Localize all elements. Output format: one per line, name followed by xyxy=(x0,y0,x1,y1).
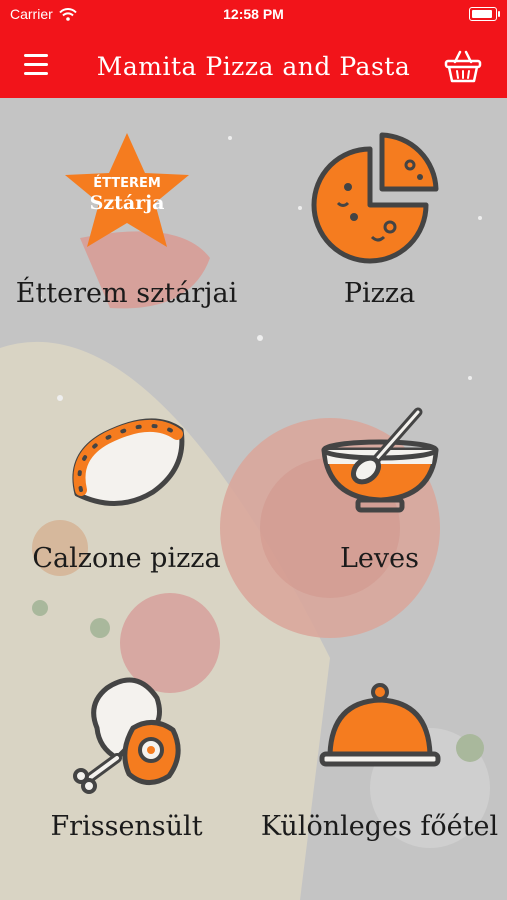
category-label: Pizza xyxy=(343,278,416,309)
status-time: 12:58 PM xyxy=(223,6,284,22)
header-bar: Carrier 12:58 PM Mamita Pizza and Pasta xyxy=(0,0,507,98)
category-grid: ÉTTEREM Sztárja Étterem sztárjai Pizza C… xyxy=(0,98,507,900)
category-tile-leves[interactable]: Leves xyxy=(253,363,506,623)
badge-line2: Sztárja xyxy=(89,192,164,214)
meat-egg-icon xyxy=(57,653,197,803)
star-badge-icon: ÉTTEREM Sztárja xyxy=(57,120,197,270)
pizza-icon xyxy=(310,120,450,270)
app-title: Mamita Pizza and Pasta xyxy=(96,52,411,81)
calzone-icon xyxy=(57,385,197,535)
nav-bar: Mamita Pizza and Pasta xyxy=(0,40,507,92)
category-label: Különleges főétel xyxy=(260,811,499,842)
category-tile-frissensult[interactable]: Frissensült xyxy=(0,631,253,891)
category-tile-kulonleges-foetel[interactable]: Különleges főétel xyxy=(253,631,506,891)
category-tile-calzone[interactable]: Calzone pizza xyxy=(0,363,253,623)
cloche-icon xyxy=(310,653,450,803)
category-label: Leves xyxy=(340,543,419,574)
category-tile-etterem-sztarjai[interactable]: ÉTTEREM Sztárja Étterem sztárjai xyxy=(0,98,253,358)
category-label: Frissensült xyxy=(50,811,203,842)
app-screen: Carrier 12:58 PM Mamita Pizza and Pasta xyxy=(0,0,507,900)
basket-icon[interactable] xyxy=(443,48,483,84)
battery-icon xyxy=(469,7,500,21)
badge-line1: ÉTTEREM xyxy=(93,175,161,191)
status-bar: Carrier 12:58 PM xyxy=(0,0,507,28)
soup-bowl-icon xyxy=(310,385,450,535)
category-label: Étterem sztárjai xyxy=(15,278,238,309)
category-label: Calzone pizza xyxy=(32,543,221,574)
category-tile-pizza[interactable]: Pizza xyxy=(253,98,506,358)
